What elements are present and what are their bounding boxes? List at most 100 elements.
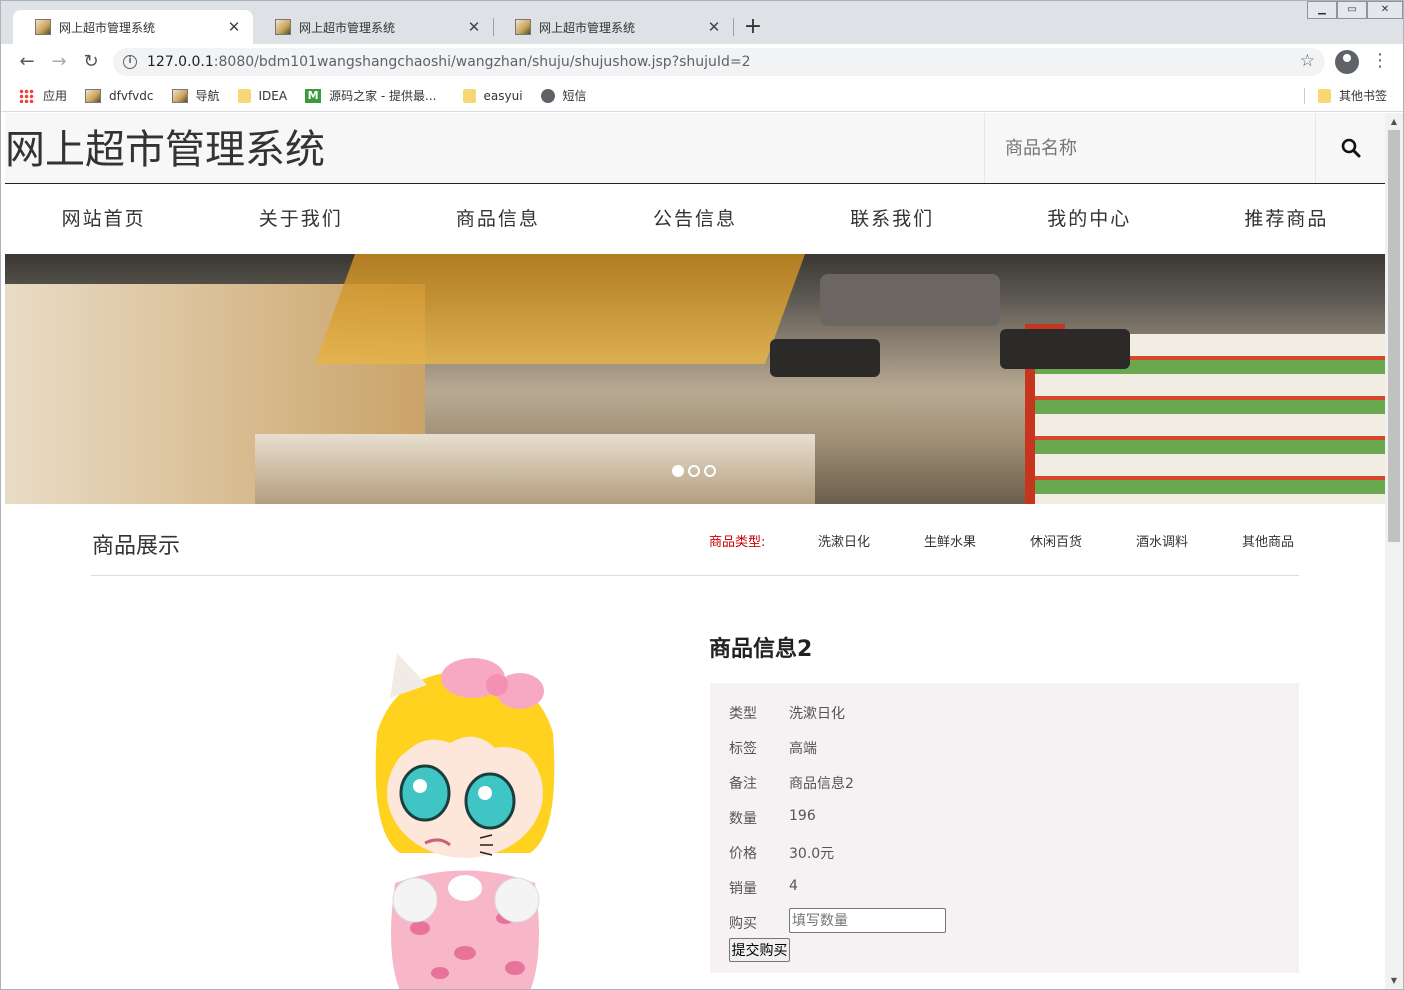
site-info-icon[interactable]: i <box>123 55 137 69</box>
tab-title: 网上超市管理系统 <box>299 20 396 35</box>
scroll-down-icon[interactable]: ▼ <box>1385 972 1403 989</box>
tab-close-icon[interactable]: ✕ <box>225 18 243 36</box>
address-bar[interactable]: i 127.0.0.1:8080/bdm101wangshangchaoshi/… <box>113 48 1325 76</box>
bookmark-label: 应用 <box>43 89 68 103</box>
reload-icon[interactable]: ↻ <box>79 50 103 74</box>
browser-window: 网上超市管理系统 ✕ 网上超市管理系统 ✕ 网上超市管理系统 ✕ + ▁ ▭ ✕… <box>0 0 1404 990</box>
bookmark-label: 源码之家 - 提供最... <box>329 89 437 103</box>
detail-row-type: 类型 洗漱日化 <box>729 703 845 723</box>
site-title: 网上超市管理系统 <box>5 128 325 172</box>
detail-key: 数量 <box>729 811 757 827</box>
new-tab-icon[interactable]: + <box>741 13 765 41</box>
m-icon: M <box>305 88 322 103</box>
carousel-dot[interactable] <box>688 465 700 477</box>
category-link[interactable]: 休闲百货 <box>1030 531 1082 550</box>
detail-key: 价格 <box>729 846 757 862</box>
profile-avatar-icon[interactable] <box>1335 50 1359 74</box>
buy-label: 购买 <box>729 916 757 932</box>
category-label: 商品类型: <box>709 535 766 550</box>
bookmark-label: 导航 <box>195 89 220 103</box>
detail-key: 类型 <box>729 706 757 722</box>
tab-close-icon[interactable]: ✕ <box>705 18 723 36</box>
bookmark-yuanma[interactable]: M 源码之家 - 提供最... <box>305 87 437 104</box>
section-title: 商品展示 <box>92 534 181 559</box>
bookmark-separator <box>1304 88 1305 104</box>
bookmark-apps[interactable]: 应用 <box>19 87 67 104</box>
quantity-input[interactable] <box>789 908 946 933</box>
favicon-icon <box>35 19 51 35</box>
tab-1[interactable]: 网上超市管理系统 ✕ <box>13 10 253 44</box>
nav-recommended[interactable]: 推荐商品 <box>1188 185 1385 254</box>
tab-2[interactable]: 网上超市管理系统 ✕ <box>253 10 493 44</box>
browser-menu-icon[interactable]: ⋮ <box>1371 50 1389 74</box>
detail-value: 洗漱日化 <box>789 706 845 722</box>
nav-about[interactable]: 关于我们 <box>202 185 399 254</box>
detail-value: 4 <box>789 878 798 894</box>
nav-my-center[interactable]: 我的中心 <box>991 185 1188 254</box>
carousel-dots <box>672 465 716 477</box>
bookmark-star-icon[interactable]: ☆ <box>1300 51 1315 71</box>
minimize-icon[interactable]: ▁ <box>1307 1 1337 19</box>
banner-image-counter <box>255 434 815 504</box>
maximize-icon[interactable]: ▭ <box>1337 1 1367 19</box>
detail-value: 商品信息2 <box>789 776 854 792</box>
category-link[interactable]: 其他商品 <box>1242 531 1294 550</box>
detail-row-quantity: 数量 196 <box>729 808 816 828</box>
page-scrollbar[interactable]: ▲ ▼ <box>1385 113 1403 989</box>
url-text: 127.0.0.1:8080/bdm101wangshangchaoshi/wa… <box>147 54 751 70</box>
detail-key: 备注 <box>729 776 757 792</box>
banner-carousel[interactable] <box>5 254 1385 504</box>
bookmark-nav[interactable]: 导航 <box>171 87 220 104</box>
banner-image-ceiling <box>314 254 806 364</box>
search-button[interactable] <box>1315 113 1385 183</box>
bookmark-label: IDEA <box>258 88 288 103</box>
nav-contact[interactable]: 联系我们 <box>794 185 991 254</box>
banner-image-sign <box>770 339 880 377</box>
bookmark-easyui[interactable]: easyui <box>462 88 523 103</box>
window-close-icon[interactable]: ✕ <box>1367 1 1403 19</box>
scroll-up-icon[interactable]: ▲ <box>1385 113 1403 130</box>
favicon-icon <box>515 19 531 35</box>
tab-bar: 网上超市管理系统 ✕ 网上超市管理系统 ✕ 网上超市管理系统 ✕ + ▁ ▭ ✕ <box>1 1 1403 44</box>
detail-value: 30.0元 <box>789 846 835 862</box>
bookmark-sms[interactable]: 短信 <box>540 87 587 104</box>
globe-icon <box>540 88 555 103</box>
tab-close-icon[interactable]: ✕ <box>465 18 483 36</box>
banner-image-sign <box>820 274 1000 326</box>
browser-toolbar: ← → ↻ i 127.0.0.1:8080/bdm101wangshangch… <box>1 44 1403 80</box>
favicon-icon <box>275 19 291 35</box>
scroll-thumb[interactable] <box>1388 130 1400 542</box>
product-title: 商品信息2 <box>709 637 813 662</box>
other-bookmarks[interactable]: 其他书签 <box>1317 87 1387 104</box>
bookmark-idea[interactable]: IDEA <box>237 88 288 103</box>
forward-icon[interactable]: → <box>47 50 71 74</box>
product-section-header: 商品展示 商品类型: 洗漱日化 生鲜水果 休闲百货 酒水调料 其他商品 <box>91 504 1299 576</box>
detail-value: 高端 <box>789 741 817 757</box>
image-icon <box>85 88 102 103</box>
banner-image-sign <box>1000 329 1130 369</box>
search-box <box>984 113 1315 183</box>
nav-home[interactable]: 网站首页 <box>5 185 202 254</box>
detail-row-sales: 销量 4 <box>729 878 798 898</box>
nav-products[interactable]: 商品信息 <box>399 185 596 254</box>
back-icon[interactable]: ← <box>15 50 39 74</box>
detail-value: 196 <box>789 808 816 824</box>
image-icon <box>171 88 188 103</box>
folder-icon <box>1317 88 1331 103</box>
tab-title: 网上超市管理系统 <box>539 20 636 35</box>
tab-3[interactable]: 网上超市管理系统 ✕ <box>493 10 733 44</box>
nav-notices[interactable]: 公告信息 <box>596 185 793 254</box>
carousel-dot[interactable] <box>672 465 684 477</box>
category-link[interactable]: 洗漱日化 <box>818 531 870 550</box>
detail-row-note: 备注 商品信息2 <box>729 773 854 793</box>
category-link[interactable]: 生鲜水果 <box>924 531 976 550</box>
bookmark-label: 短信 <box>562 89 587 103</box>
bookmark-dfvfvdc[interactable]: dfvfvdc <box>85 88 154 103</box>
detail-row-price: 价格 30.0元 <box>729 843 834 863</box>
product-image <box>375 653 555 989</box>
submit-purchase-button[interactable]: 提交购买 <box>729 938 790 962</box>
carousel-dot[interactable] <box>704 465 716 477</box>
search-input[interactable] <box>985 113 1315 183</box>
category-link[interactable]: 酒水调料 <box>1136 531 1188 550</box>
product-details: 类型 洗漱日化 标签 高端 备注 商品信息2 数量 196 价格 30.0元 销量 4 购买… <box>710 683 1299 973</box>
